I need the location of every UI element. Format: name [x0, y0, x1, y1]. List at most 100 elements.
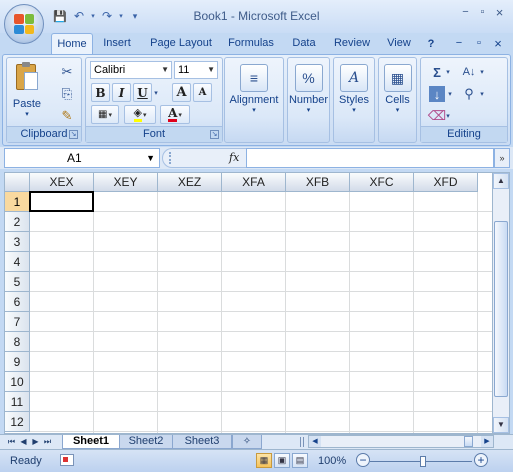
row-header[interactable]: 1 — [5, 192, 30, 212]
name-box[interactable]: A1 ▼ — [4, 148, 160, 168]
sheet-tab-sheet3[interactable]: Sheet3 — [172, 435, 232, 449]
format-painter-icon[interactable]: ✎ — [57, 106, 77, 126]
row-header[interactable]: 10 — [5, 372, 30, 392]
tab-review[interactable]: Review — [328, 33, 376, 55]
scroll-right-icon[interactable]: ▶ — [481, 436, 493, 447]
tab-data[interactable]: Data — [286, 33, 322, 55]
page-break-view-icon[interactable]: ▤ — [292, 453, 308, 468]
chevron-down-icon: ▾ — [306, 107, 311, 114]
row-header[interactable]: 12 — [5, 412, 30, 432]
column-header[interactable]: XFC — [350, 173, 414, 192]
splitter-handle-icon[interactable] — [169, 152, 177, 164]
tab-page-layout[interactable]: Page Layout — [143, 33, 219, 55]
first-sheet-icon[interactable]: ⏮ — [6, 435, 17, 449]
column-header[interactable]: XFB — [286, 173, 350, 192]
fill-color-button[interactable]: ◈ ▾ — [124, 105, 156, 124]
zoom-in-icon[interactable]: + — [474, 453, 488, 467]
vertical-scrollbar[interactable]: ▲ ▼ — [493, 172, 510, 434]
percent-icon: % — [294, 64, 323, 92]
fill-down-icon[interactable]: ↓ — [429, 86, 445, 102]
paste-button[interactable]: Paste ▾ — [11, 62, 43, 118]
shrink-font-button[interactable]: A — [193, 83, 212, 102]
office-button[interactable] — [4, 4, 44, 44]
column-header[interactable]: XEZ — [158, 173, 222, 192]
row-header[interactable]: 7 — [5, 312, 30, 332]
ribbon-restore-icon[interactable]: ▫ — [472, 33, 486, 55]
horizontal-scroll-thumb[interactable] — [464, 436, 473, 447]
italic-button[interactable]: I — [112, 83, 131, 102]
row-header[interactable]: 9 — [5, 352, 30, 372]
cells-button[interactable]: ▦ Cells ▾ — [379, 64, 416, 114]
styles-button[interactable]: A Styles ▾ — [334, 64, 374, 114]
select-all-button[interactable] — [5, 173, 30, 192]
sheet-tab-sheet1[interactable]: Sheet1 — [62, 435, 120, 449]
tab-home[interactable]: Home — [51, 33, 93, 55]
grow-font-button[interactable]: A — [172, 83, 191, 102]
underline-button[interactable]: U — [133, 83, 152, 102]
row-header[interactable]: 2 — [5, 212, 30, 232]
tab-formulas[interactable]: Formulas — [222, 33, 280, 55]
prev-sheet-icon[interactable]: ◀ — [18, 435, 29, 449]
scroll-up-icon[interactable]: ▲ — [493, 173, 509, 189]
next-sheet-icon[interactable]: ▶ — [30, 435, 41, 449]
active-cell[interactable] — [29, 191, 94, 212]
column-header[interactable]: XFA — [222, 173, 286, 192]
minimize-icon[interactable]: − — [458, 5, 473, 19]
expand-formula-bar-icon[interactable]: » — [494, 148, 510, 168]
autosum-dropdown-icon[interactable]: ▾ — [443, 62, 453, 82]
zoom-slider[interactable] — [370, 456, 472, 467]
underline-dropdown-icon[interactable]: ▾ — [152, 83, 160, 103]
vertical-scroll-thumb[interactable] — [494, 221, 508, 397]
tab-split-handle[interactable] — [300, 437, 304, 447]
clear-dropdown-icon[interactable]: ▾ — [443, 106, 453, 126]
row-header[interactable]: 8 — [5, 332, 30, 352]
page-layout-view-icon[interactable]: ▣ — [274, 453, 290, 468]
fill-dropdown-icon[interactable]: ▾ — [445, 84, 455, 104]
row-header[interactable]: 5 — [5, 272, 30, 292]
insert-sheet-icon[interactable]: ✧ — [232, 435, 262, 449]
normal-view-icon[interactable]: ▦ — [256, 453, 272, 468]
formula-input[interactable] — [246, 148, 494, 168]
sort-filter-icon[interactable]: A↓ — [459, 62, 479, 82]
worksheet-grid[interactable]: XEX XEY XEZ XFA XFB XFC XFD 1 2 3 4 5 6 7 8 9 10 11 12 — [4, 172, 493, 434]
find-select-icon[interactable]: ⚲ — [459, 84, 479, 104]
font-color-button[interactable]: A ▾ — [160, 105, 190, 124]
sheet-tab-sheet2[interactable]: Sheet2 — [118, 435, 174, 449]
zoom-slider-thumb[interactable] — [420, 456, 426, 467]
cut-icon[interactable]: ✂ — [57, 62, 77, 82]
row-header[interactable]: 11 — [5, 392, 30, 412]
close-icon[interactable]: × — [492, 5, 507, 20]
chevron-down-icon[interactable]: ▼ — [146, 149, 155, 167]
font-name-combo[interactable]: Calibri ▼ — [90, 61, 172, 79]
font-size-combo[interactable]: 11 ▼ — [174, 61, 218, 79]
borders-button[interactable]: ▦ ▾ — [91, 105, 119, 124]
tab-view[interactable]: View — [381, 33, 417, 55]
row-header[interactable]: 4 — [5, 252, 30, 272]
ribbon-close-icon[interactable]: × — [491, 33, 505, 55]
clipboard-launcher-icon[interactable]: ↘ — [69, 130, 78, 139]
maximize-icon[interactable]: ▫ — [475, 5, 490, 19]
row-header[interactable]: 3 — [5, 232, 30, 252]
insert-function-icon[interactable]: fx — [229, 151, 239, 164]
column-header[interactable]: XEX — [30, 173, 94, 192]
help-icon[interactable]: ? — [422, 34, 440, 56]
scroll-left-icon[interactable]: ◀ — [309, 436, 321, 447]
last-sheet-icon[interactable]: ⏭ — [42, 435, 53, 449]
find-dropdown-icon[interactable]: ▾ — [477, 84, 487, 104]
bold-button[interactable]: B — [91, 83, 110, 102]
row-header[interactable]: 6 — [5, 292, 30, 312]
scroll-down-icon[interactable]: ▼ — [493, 417, 509, 433]
alignment-button[interactable]: ≡ Alignment ▾ — [225, 64, 283, 114]
zoom-out-icon[interactable]: − — [356, 453, 370, 467]
sort-dropdown-icon[interactable]: ▾ — [477, 62, 487, 82]
column-header[interactable]: XFD — [414, 173, 478, 192]
zoom-level[interactable]: 100% — [318, 455, 346, 467]
column-header[interactable]: XEY — [94, 173, 158, 192]
tab-insert[interactable]: Insert — [97, 33, 137, 55]
macro-record-icon[interactable] — [60, 454, 74, 466]
horizontal-scrollbar[interactable]: ◀ ▶ — [308, 435, 494, 448]
font-launcher-icon[interactable]: ↘ — [210, 130, 219, 139]
copy-icon[interactable]: ⎘ — [57, 84, 77, 104]
number-button[interactable]: % Number ▾ — [288, 64, 329, 114]
ribbon-minimize-icon[interactable]: − — [452, 33, 466, 55]
